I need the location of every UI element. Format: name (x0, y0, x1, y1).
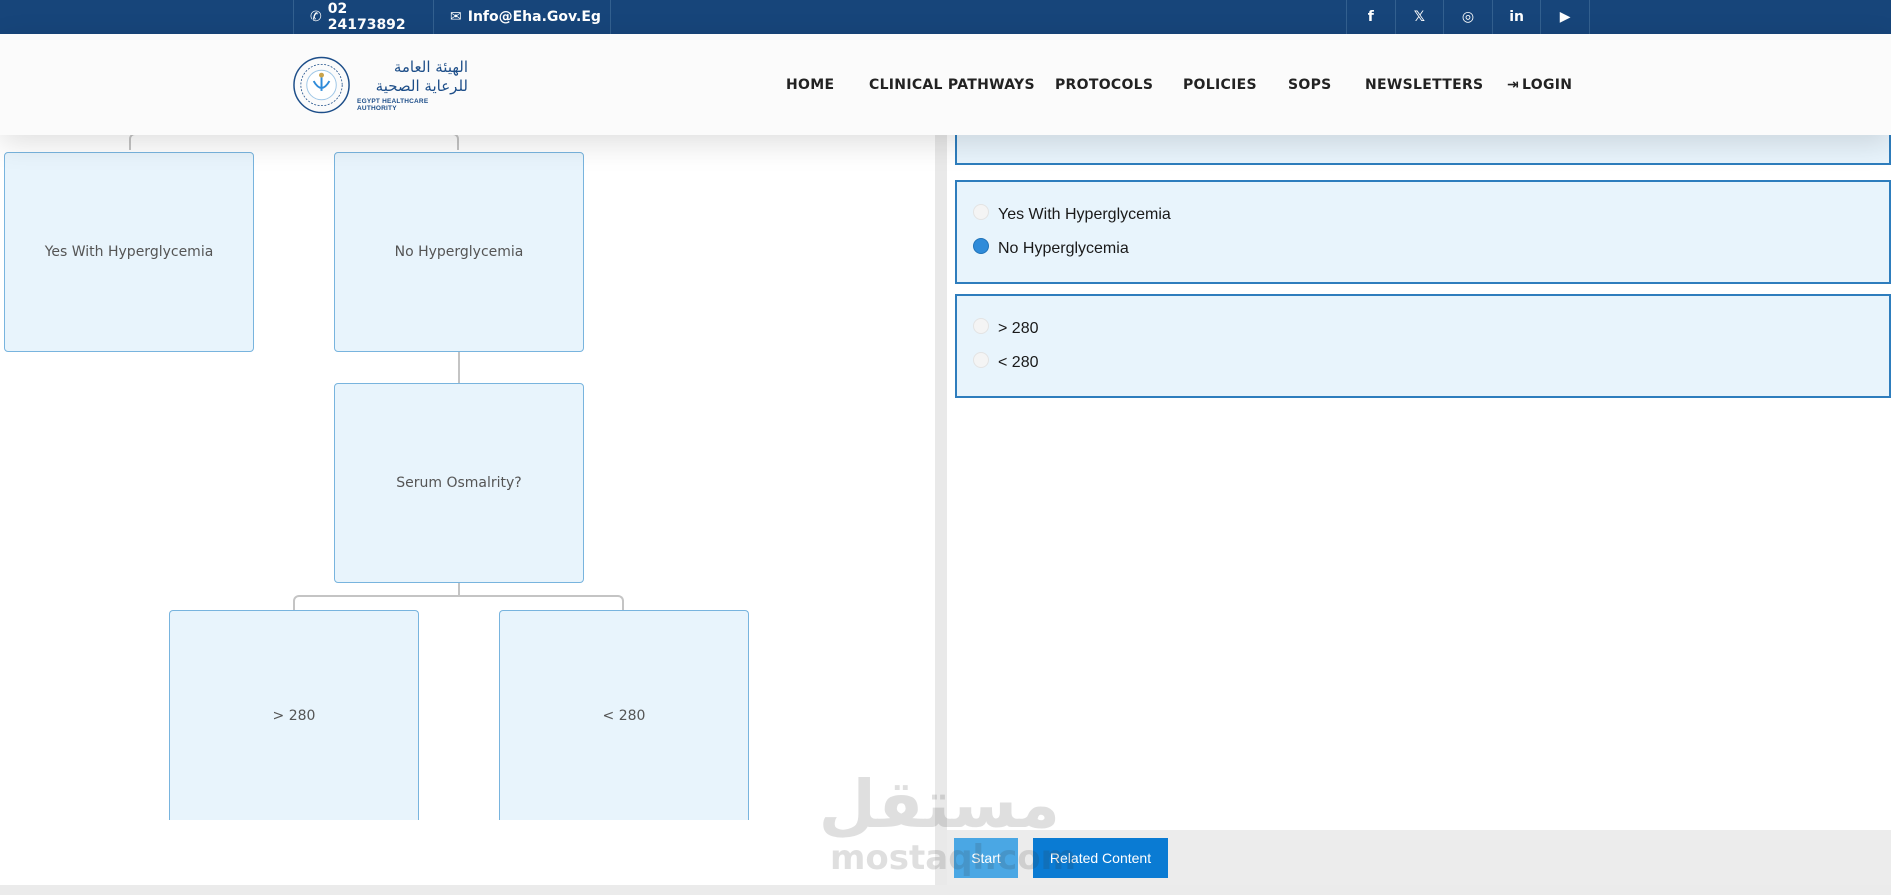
option-label: > 280 (998, 320, 1039, 337)
node-no-hyperglycemia[interactable]: No Hyperglycemia (334, 152, 584, 352)
social-links: f 𝕏 ◎ in ▶ (1346, 0, 1590, 34)
start-button[interactable]: Start (954, 838, 1018, 878)
youtube-icon[interactable]: ▶ (1541, 0, 1590, 34)
option-label: < 280 (998, 354, 1039, 371)
option-label: Yes With Hyperglycemia (998, 206, 1171, 223)
node-yes-hyperglycemia[interactable]: Yes With Hyperglycemia (4, 152, 254, 352)
email-contact[interactable]: ✉ Info@Eha.Gov.Eg (434, 0, 611, 34)
node-serum-osmolarity[interactable]: Serum Osmalrity? (334, 383, 584, 583)
main-header: الهيئة العامة للرعاية الصحية EGYPT HEALT… (0, 34, 1891, 135)
question-box-serum: > 280 < 280 (955, 294, 1891, 398)
top-contact-bar: ✆ 02 24173892 ✉ Info@Eha.Gov.Eg f 𝕏 ◎ in… (0, 0, 1891, 34)
radio-greater-280[interactable] (973, 318, 989, 334)
phone-number: 02 24173892 (327, 1, 406, 33)
related-content-button[interactable]: Related Content (1033, 838, 1168, 878)
nav-home[interactable]: HOME (786, 77, 834, 93)
nav-policies[interactable]: POLICIES (1183, 77, 1257, 93)
linkedin-icon[interactable]: in (1493, 0, 1542, 34)
main-nav: HOME CLINICAL PATHWAYS PROTOCOLS POLICIE… (0, 34, 1891, 135)
connector-no-to-serum (458, 352, 460, 383)
nav-protocols[interactable]: PROTOCOLS (1055, 77, 1153, 93)
login-icon: ⇥ (1507, 76, 1520, 93)
horizontal-scrollbar[interactable] (0, 885, 1891, 895)
nav-sops[interactable]: SOPS (1288, 77, 1332, 93)
nav-newsletters[interactable]: NEWSLETTERS (1365, 77, 1483, 93)
phone-icon: ✆ (310, 9, 322, 25)
flowchart-panel: Yes With Hyperglycemia No Hyperglycemia … (0, 135, 935, 885)
option-no-hyperglycemia[interactable]: No Hyperglycemia (973, 238, 1129, 258)
connector-top (129, 135, 459, 150)
option-less-280[interactable]: < 280 (973, 352, 1039, 372)
radio-less-280[interactable] (973, 352, 989, 368)
action-bar: Start Related Content (947, 830, 1891, 887)
node-less-280[interactable]: < 280 (499, 610, 749, 820)
nav-clinical-pathways[interactable]: CLINICAL PATHWAYS (869, 77, 1035, 93)
node-greater-280[interactable]: > 280 (169, 610, 419, 820)
question-box-hyperglycemia: Yes With Hyperglycemia No Hyperglycemia (955, 180, 1891, 284)
radio-yes-hyperglycemia[interactable] (973, 204, 989, 220)
envelope-icon: ✉ (450, 9, 462, 25)
email-address: Info@Eha.Gov.Eg (467, 9, 601, 25)
x-icon[interactable]: 𝕏 (1396, 0, 1445, 34)
panel-divider[interactable] (935, 135, 947, 895)
connector-serum-branches (293, 595, 624, 610)
facebook-icon[interactable]: f (1347, 0, 1396, 34)
radio-no-hyperglycemia[interactable] (973, 238, 989, 254)
option-label: No Hyperglycemia (998, 240, 1129, 257)
connector-serum-stem (458, 583, 460, 595)
previous-question-box (955, 131, 1891, 165)
login-label: LOGIN (1522, 76, 1573, 93)
questions-panel: Yes With Hyperglycemia No Hyperglycemia … (947, 131, 1891, 895)
phone-contact[interactable]: ✆ 02 24173892 (293, 0, 434, 34)
option-yes-hyperglycemia[interactable]: Yes With Hyperglycemia (973, 204, 1171, 224)
option-greater-280[interactable]: > 280 (973, 318, 1039, 338)
nav-login[interactable]: ⇥ LOGIN (1507, 77, 1572, 93)
instagram-icon[interactable]: ◎ (1444, 0, 1493, 34)
